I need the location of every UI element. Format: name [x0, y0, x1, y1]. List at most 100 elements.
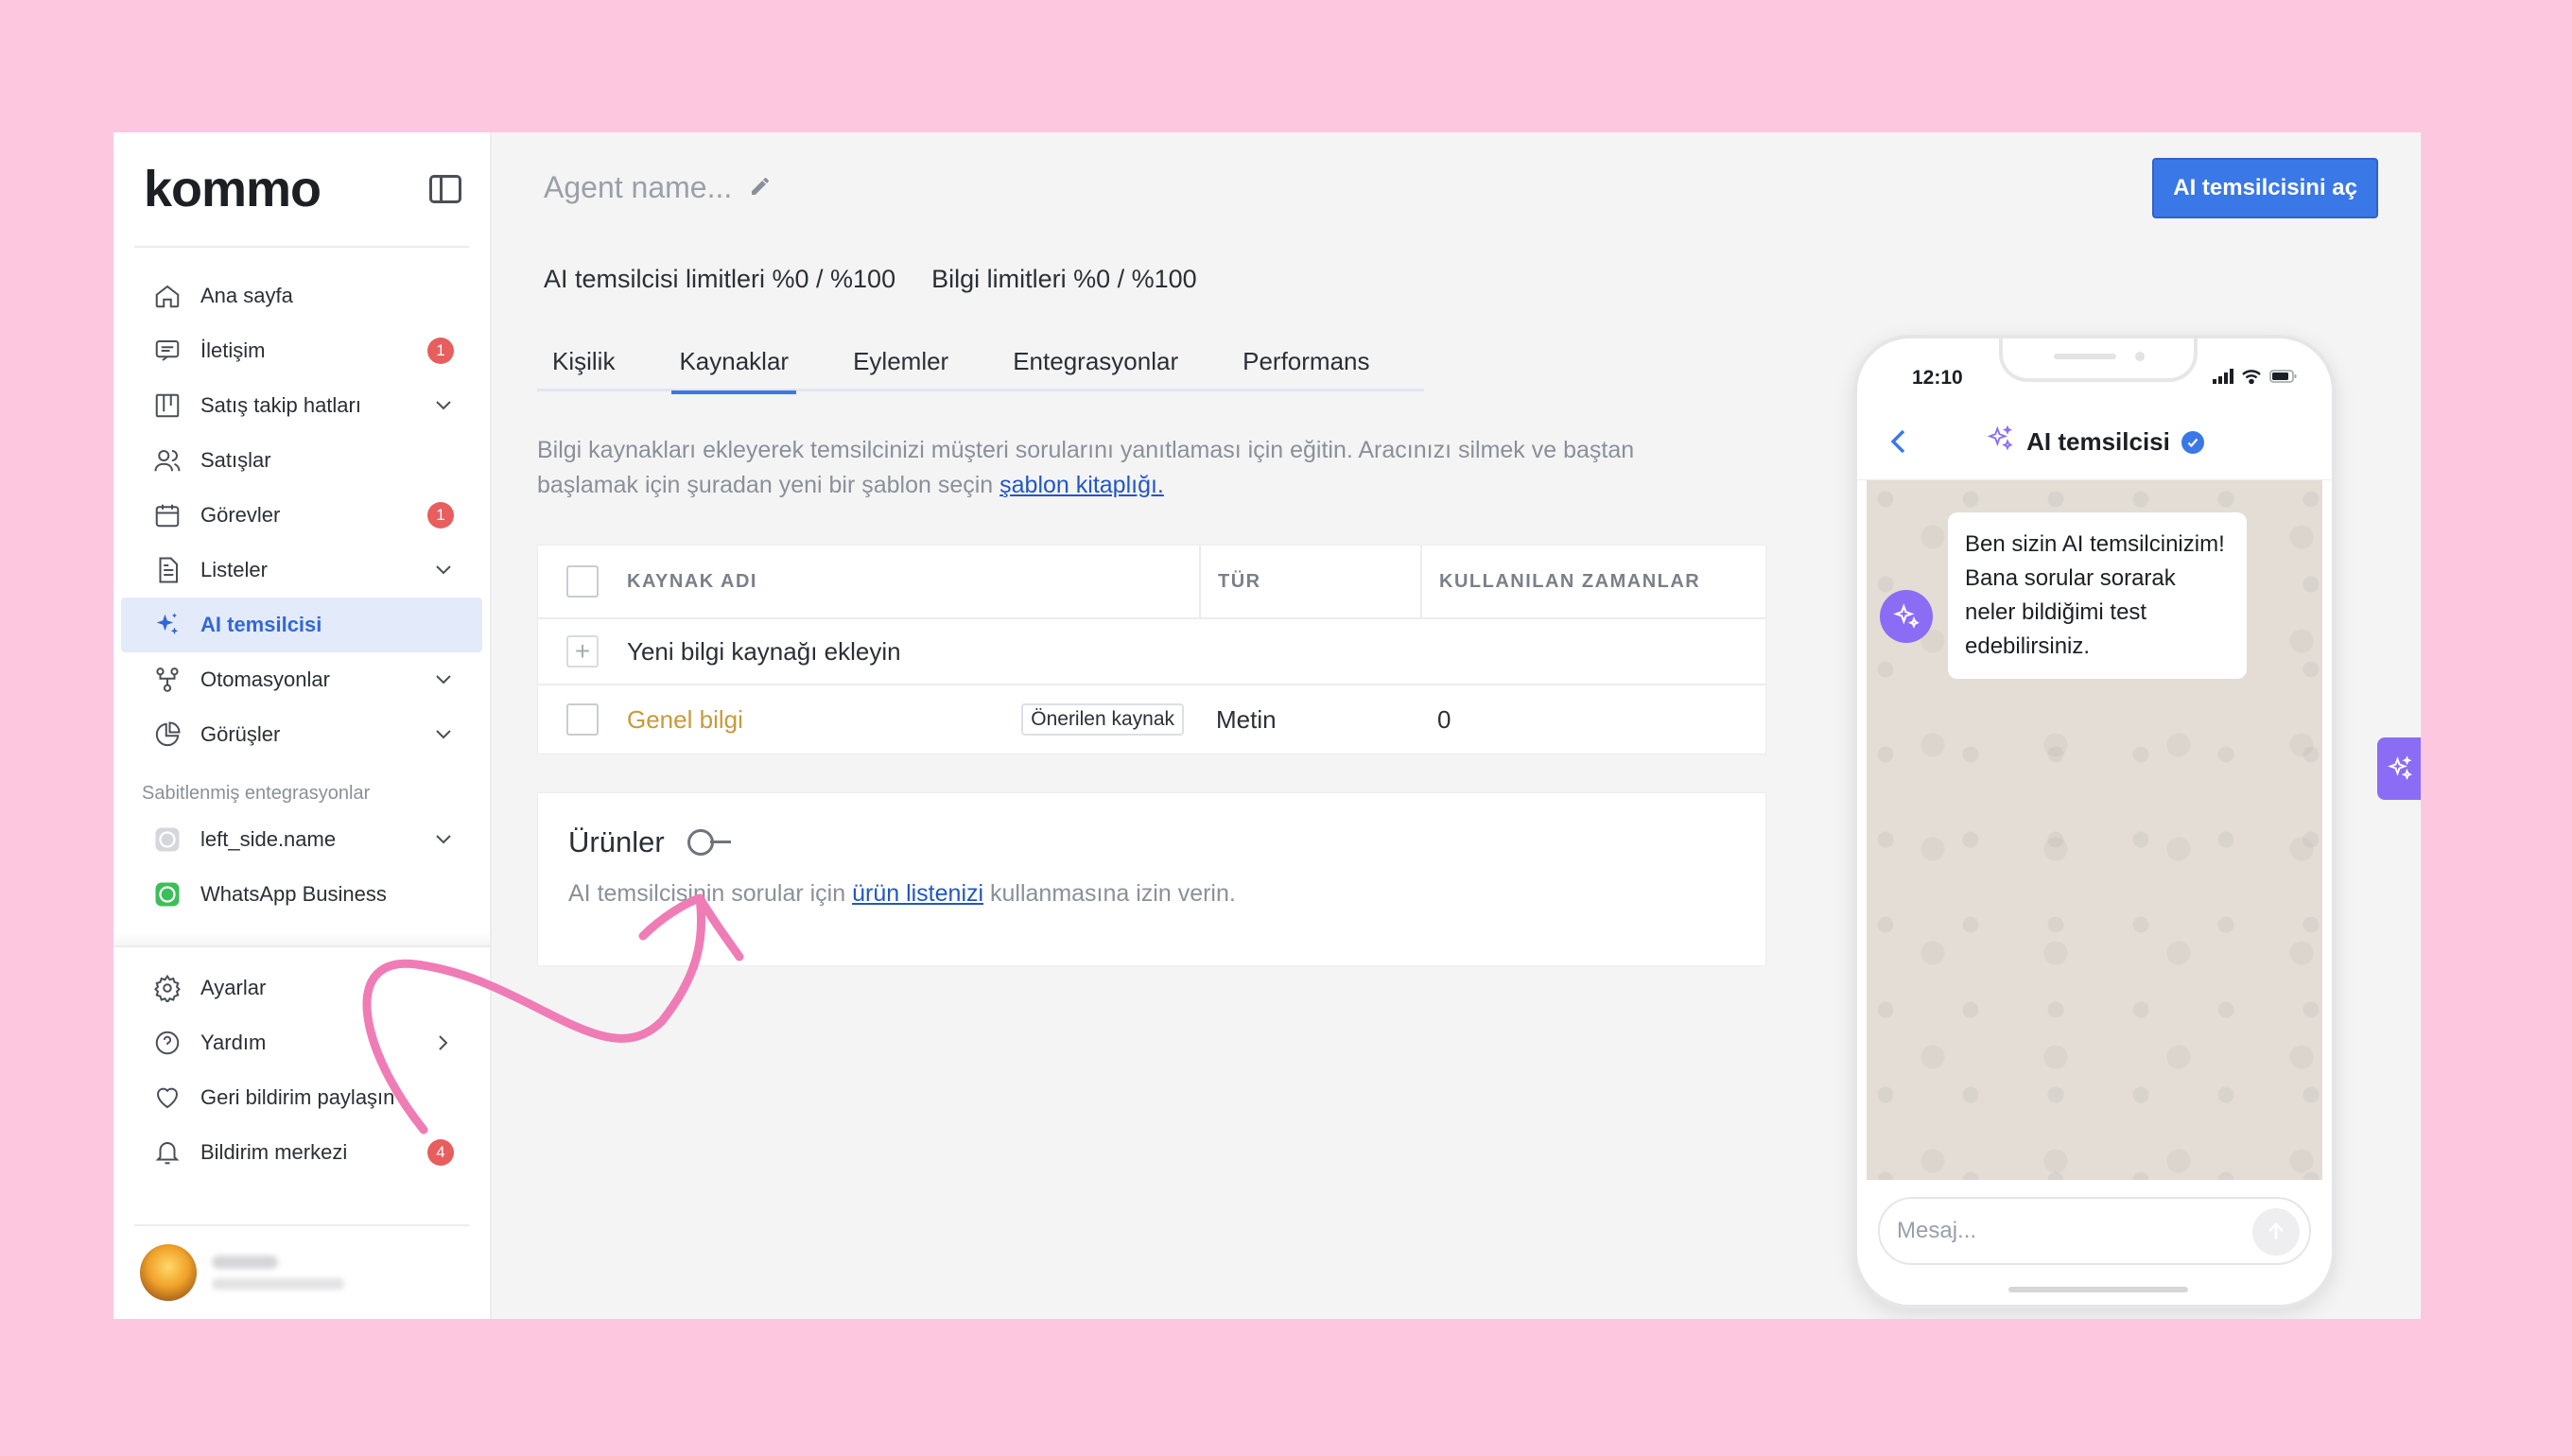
back-arrow-icon[interactable] — [1889, 427, 1908, 460]
phone-notch — [1999, 338, 2198, 382]
add-source-label[interactable]: Yeni bilgi kaynağı ekleyin — [627, 619, 901, 684]
sidebar-item-label: Görüşler — [200, 722, 281, 746]
home-indicator — [2008, 1287, 2188, 1292]
ai-assistant-side-button[interactable] — [2377, 737, 2421, 800]
document-icon — [153, 556, 182, 584]
sidebar-item-label: Ayarlar — [200, 976, 267, 999]
sidebar-item-label: Geri bildirim paylaşın — [200, 1085, 395, 1109]
row-checkbox[interactable] — [566, 703, 599, 736]
users-icon — [153, 446, 182, 475]
chevron-down-icon[interactable] — [433, 829, 454, 850]
user-profile[interactable] — [134, 1224, 469, 1319]
sidebar-item-label: Satışlar — [200, 448, 271, 472]
sidebar-item-otomasyonlar[interactable]: Otomasyonlar — [121, 652, 482, 707]
heart-icon — [153, 1083, 182, 1112]
header-name[interactable]: KAYNAK ADI — [627, 546, 1199, 617]
message-input[interactable]: Mesaj... — [1878, 1197, 2311, 1265]
chat-icon — [153, 337, 182, 365]
wifi-icon — [2242, 370, 2261, 384]
open-ai-agent-button[interactable]: AI temsilcisini aç — [2152, 158, 2378, 218]
gear-icon — [153, 974, 182, 1002]
logo-text: kommo — [144, 161, 322, 217]
sidebar-item-label: Otomasyonlar — [200, 667, 330, 691]
source-name-link[interactable]: Genel bilgi — [627, 705, 1021, 735]
plus-icon[interactable]: + — [566, 635, 599, 667]
bot-avatar — [1880, 590, 1933, 643]
chevron-right-icon[interactable] — [433, 1032, 454, 1053]
chevron-down-icon[interactable] — [433, 395, 454, 416]
phone-chat-header: AI temsilcisi — [1857, 405, 2332, 480]
send-button[interactable] — [2252, 1208, 2300, 1256]
avatar — [140, 1244, 197, 1301]
sidebar-item-label: WhatsApp Business — [200, 882, 387, 906]
tab-kaynaklar[interactable]: Kaynaklar — [671, 344, 796, 394]
template-library-link[interactable]: şablon kitaplığı. — [999, 472, 1164, 498]
phone-title: AI temsilcisi — [1985, 424, 2204, 460]
intro-text: Bilgi kaynakları ekleyerek temsilcinizi … — [537, 433, 1700, 503]
sidebar-item-yardim[interactable]: Yardım — [121, 1015, 482, 1070]
sidebar-item-gorusler[interactable]: Görüşler — [121, 707, 482, 762]
flow-icon — [153, 666, 182, 694]
sidebar-item-label: AI temsilcisi — [200, 613, 322, 636]
source-type: Metin — [1216, 704, 1277, 734]
sidebar-item-left-side-name[interactable]: left_side.name — [121, 812, 482, 867]
sidebar-item-label: Satış takip hatları — [200, 393, 361, 417]
sidebar-bottom: Ayarlar Yardım Geri bildirim paylaşın Bi… — [113, 932, 490, 1180]
limits-row: AI temsilcisi limitleri %0 / %100 Bilgi … — [544, 265, 1197, 294]
unread-badge: 1 — [427, 338, 454, 364]
chevron-down-icon[interactable] — [433, 669, 454, 690]
kommo-logo[interactable]: kommo — [144, 160, 322, 218]
tab-bar: Kişilik Kaynaklar Eylemler Entegrasyonla… — [537, 344, 1424, 394]
header-type[interactable]: TÜR — [1199, 545, 1420, 618]
chat-area: Ben sizin AI temsilcinizim! Bana sorular… — [1867, 480, 2322, 1180]
status-icons — [2213, 369, 2298, 384]
products-description: AI temsilcisinin sorular için ürün liste… — [568, 880, 1735, 908]
add-source-row[interactable]: + Yeni bilgi kaynağı ekleyin — [538, 619, 1765, 685]
sidebar-item-listeler[interactable]: Listeler — [121, 543, 482, 598]
sparkle-icon — [1893, 603, 1920, 629]
sidebar-item-ana-sayfa[interactable]: Ana sayfa — [121, 269, 482, 323]
sidebar-item-ayarlar[interactable]: Ayarlar — [121, 961, 482, 1015]
sidebar-item-whatsapp-business[interactable]: WhatsApp Business — [121, 867, 482, 922]
pinned-integrations-label: Sabitlenmiş entegrasyonlar — [142, 783, 371, 804]
source-used-count: 0 — [1437, 704, 1451, 734]
chevron-down-icon[interactable] — [433, 724, 454, 745]
phone-title-text: AI temsilcisi — [2026, 427, 2170, 456]
select-all-cell — [538, 546, 627, 617]
calendar-icon — [153, 501, 182, 529]
sidebar-item-label: İletişim — [200, 338, 266, 362]
logo-row: kommo — [113, 132, 490, 246]
sidebar-panel-icon[interactable] — [429, 175, 461, 203]
sidebar-item-label: left_side.name — [200, 827, 337, 851]
tab-eylemler[interactable]: Eylemler — [845, 344, 956, 391]
products-toggle[interactable] — [686, 829, 731, 856]
header-used[interactable]: KULLANILAN ZAMANLAR — [1420, 545, 1765, 618]
pie-chart-icon — [153, 720, 182, 749]
sidebar-item-geri-bildirim[interactable]: Geri bildirim paylaşın — [121, 1070, 482, 1125]
chevron-down-icon[interactable] — [433, 560, 454, 581]
sidebar-item-ai-temsilcisi[interactable]: AI temsilcisi — [121, 598, 482, 652]
products-header: Ürünler — [568, 825, 1735, 859]
products-card: Ürünler AI temsilcisinin sorular için ür… — [537, 792, 1766, 966]
sidebar-item-bildirim-merkezi[interactable]: Bildirim merkezi 4 — [121, 1125, 482, 1180]
sidebar-item-satislar[interactable]: Satışlar — [121, 433, 482, 488]
sidebar-item-gorevler[interactable]: Görevler 1 — [121, 488, 482, 543]
sidebar-item-iletisim[interactable]: İletişim 1 — [121, 323, 482, 378]
agent-name-field[interactable]: Agent name... — [544, 170, 772, 205]
message-placeholder: Mesaj... — [1897, 1218, 1977, 1243]
table-row[interactable]: Genel bilgi Önerilen kaynak Metin 0 — [538, 685, 1765, 754]
suggested-source-tag: Önerilen kaynak — [1021, 703, 1184, 736]
sidebar-item-label: Ana sayfa — [200, 284, 293, 307]
table-header: KAYNAK ADI TÜR KULLANILAN ZAMANLAR — [538, 545, 1765, 619]
tab-kisilik[interactable]: Kişilik — [545, 344, 622, 391]
select-all-checkbox[interactable] — [566, 565, 599, 598]
sidebar-item-label: Görevler — [200, 503, 281, 527]
products-title: Ürünler — [568, 825, 665, 858]
tab-entegrasyonlar[interactable]: Entegrasyonlar — [1005, 344, 1186, 391]
user-info-blurred — [212, 1256, 344, 1290]
products-desc-after: kullanmasına izin verin. — [983, 880, 1236, 907]
tab-performans[interactable]: Performans — [1235, 344, 1377, 391]
product-list-link[interactable]: ürün listenizi — [852, 880, 983, 907]
sidebar-item-satis-takip-hatlari[interactable]: Satış takip hatları — [121, 378, 482, 433]
pencil-icon[interactable] — [749, 170, 772, 205]
